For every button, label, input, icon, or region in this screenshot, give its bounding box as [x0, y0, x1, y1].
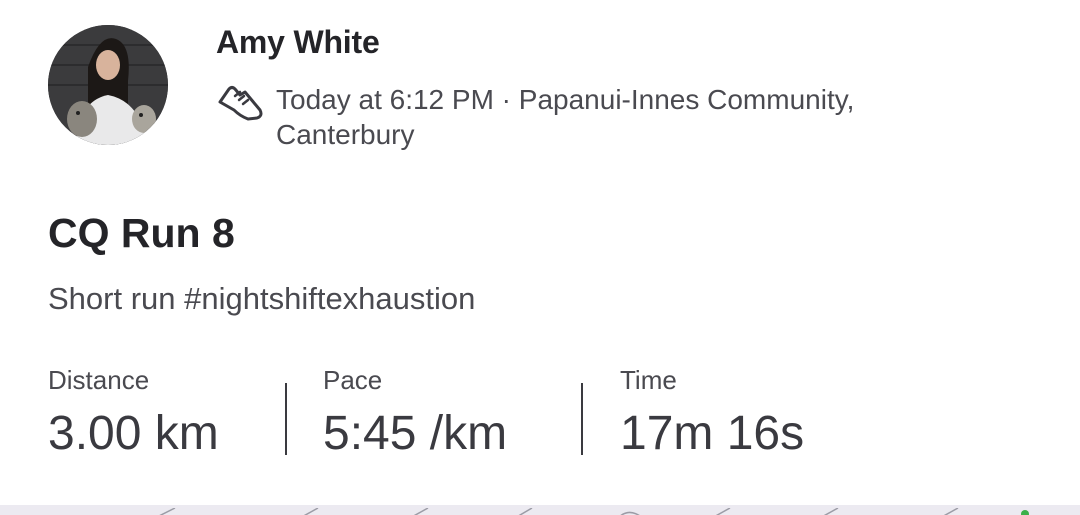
route-map[interactable] [0, 505, 1080, 515]
stat-value: 5:45 /km [323, 407, 508, 460]
stat-label: Time [620, 365, 677, 395]
athlete-avatar[interactable] [48, 25, 168, 145]
stat-value: 3.00 km [48, 407, 219, 460]
activity-description: Short run #nightshiftexhaustion [48, 281, 476, 316]
stat-value: 17m 16s [620, 407, 805, 460]
activity-title[interactable]: CQ Run 8 [48, 210, 235, 257]
running-shoe-icon [218, 86, 263, 121]
stat-time: Time 17m 16s [620, 364, 804, 464]
athlete-name[interactable]: Amy White [216, 24, 380, 61]
stat-pace: Pace 5:45 /km [323, 364, 507, 464]
stat-distance: Distance 3.00 km [48, 364, 219, 464]
stat-label: Pace [323, 365, 383, 395]
athlete-photo [48, 25, 168, 145]
map-streets [159, 507, 1029, 515]
activity-meta: Today at 6:12 PM · Papanui-Innes Communi… [276, 84, 855, 150]
stat-label: Distance [48, 365, 150, 395]
stat-divider [285, 383, 287, 455]
stat-divider [581, 383, 583, 455]
